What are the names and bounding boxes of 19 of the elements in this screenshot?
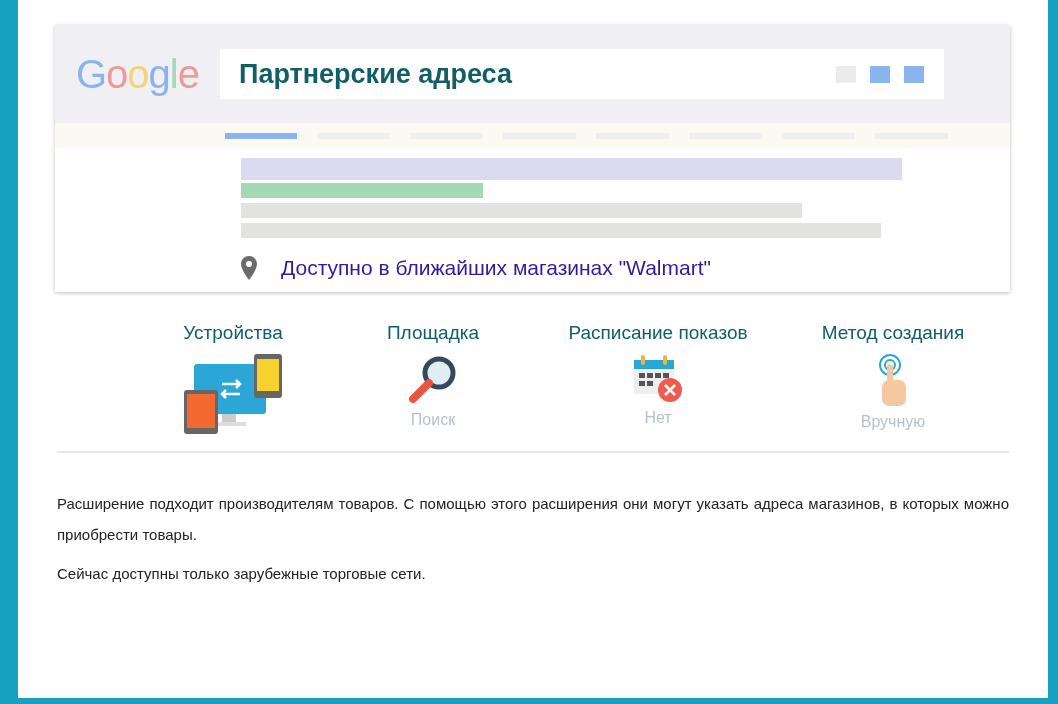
- description-paragraph: Расширение подходит производителям товаров. С помощью этого расширения они могут указать адреса магазинов, в которых можно приобрести товары.: [57, 494, 1009, 545]
- touch-icon: [878, 353, 908, 408]
- feature-title: Расписание показов: [568, 321, 748, 345]
- devices-icon: [184, 353, 282, 434]
- tab-placeholder: [225, 132, 297, 139]
- location-pin-icon: [241, 255, 257, 280]
- square-icon: [904, 65, 924, 83]
- calendar-cancel-icon: [632, 353, 684, 404]
- feature-title: Метод создания: [821, 321, 965, 345]
- location-link[interactable]: Доступно в ближайших магазинах "Walmart": [281, 252, 711, 284]
- square-icon: [870, 65, 890, 83]
- feature-value: Вручную: [860, 411, 926, 432]
- feature-value: Поиск: [410, 409, 456, 430]
- logo: Google: [75, 51, 200, 98]
- feature-title: Устройства: [183, 321, 283, 345]
- description-paragraph: Сейчас доступны только зарубежные торговые сети.: [57, 564, 427, 584]
- search-title: Партнерские адреса: [239, 57, 514, 91]
- feature-title: Площадка: [386, 321, 480, 345]
- feature-value: Нет: [644, 407, 672, 428]
